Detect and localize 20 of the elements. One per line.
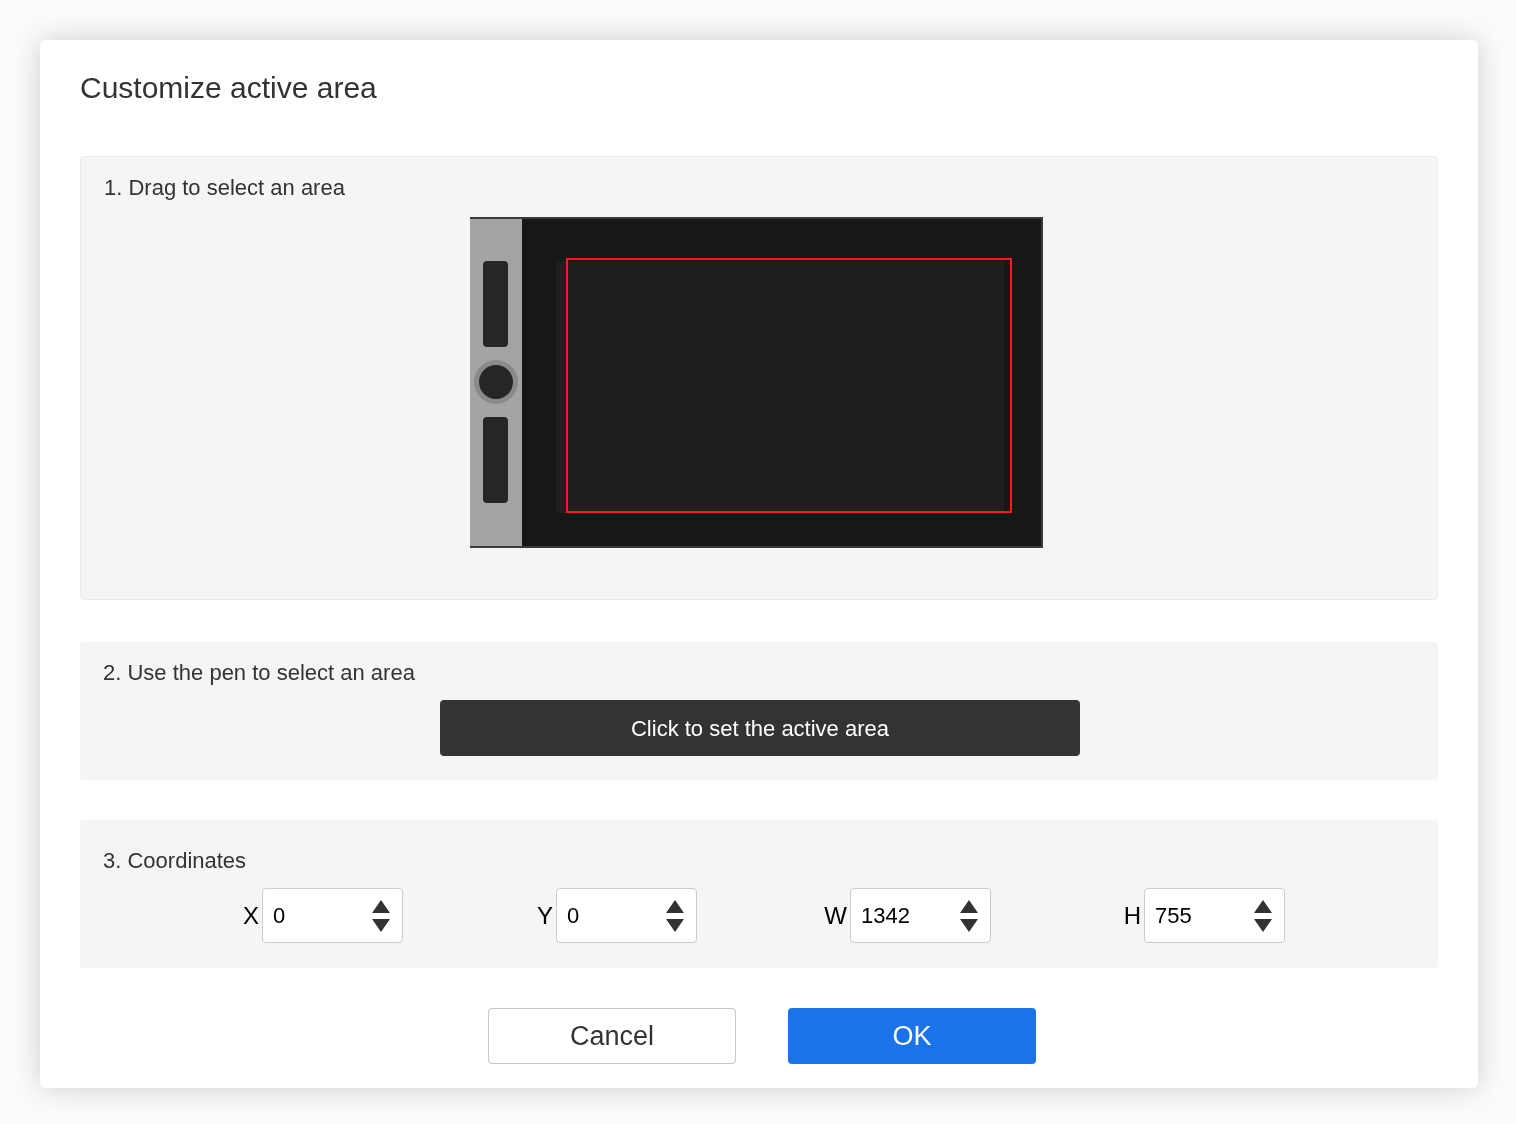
section-heading: 3. Coordinates	[102, 847, 248, 875]
number-spinner[interactable]: 0	[556, 888, 697, 943]
field-label: Y	[537, 900, 553, 931]
field-label: H	[1123, 900, 1141, 931]
stepper-arrows-icon[interactable]	[1254, 899, 1272, 932]
number-spinner[interactable]: 0	[262, 888, 403, 943]
dialog-title: Customize active area	[80, 70, 378, 106]
stepper-arrows-icon[interactable]	[960, 899, 978, 932]
section-heading: 1. Drag to select an area	[104, 174, 346, 202]
cancel-button[interactable]: Cancel	[488, 1008, 736, 1064]
tablet-drawing[interactable]	[469, 217, 1043, 548]
number-spinner[interactable]: 1342	[850, 888, 991, 943]
field-label: W	[824, 900, 847, 931]
stepper-arrows-icon[interactable]	[372, 899, 390, 932]
set-area-button[interactable]: Click to set the active area	[440, 700, 1080, 756]
ok-button[interactable]: OK	[788, 1008, 1036, 1064]
section-heading: 2. Use the pen to select an area	[103, 659, 416, 687]
stepper-arrows-icon[interactable]	[666, 899, 684, 932]
number-spinner[interactable]: 755	[1144, 888, 1285, 943]
field-label: X	[243, 900, 259, 931]
